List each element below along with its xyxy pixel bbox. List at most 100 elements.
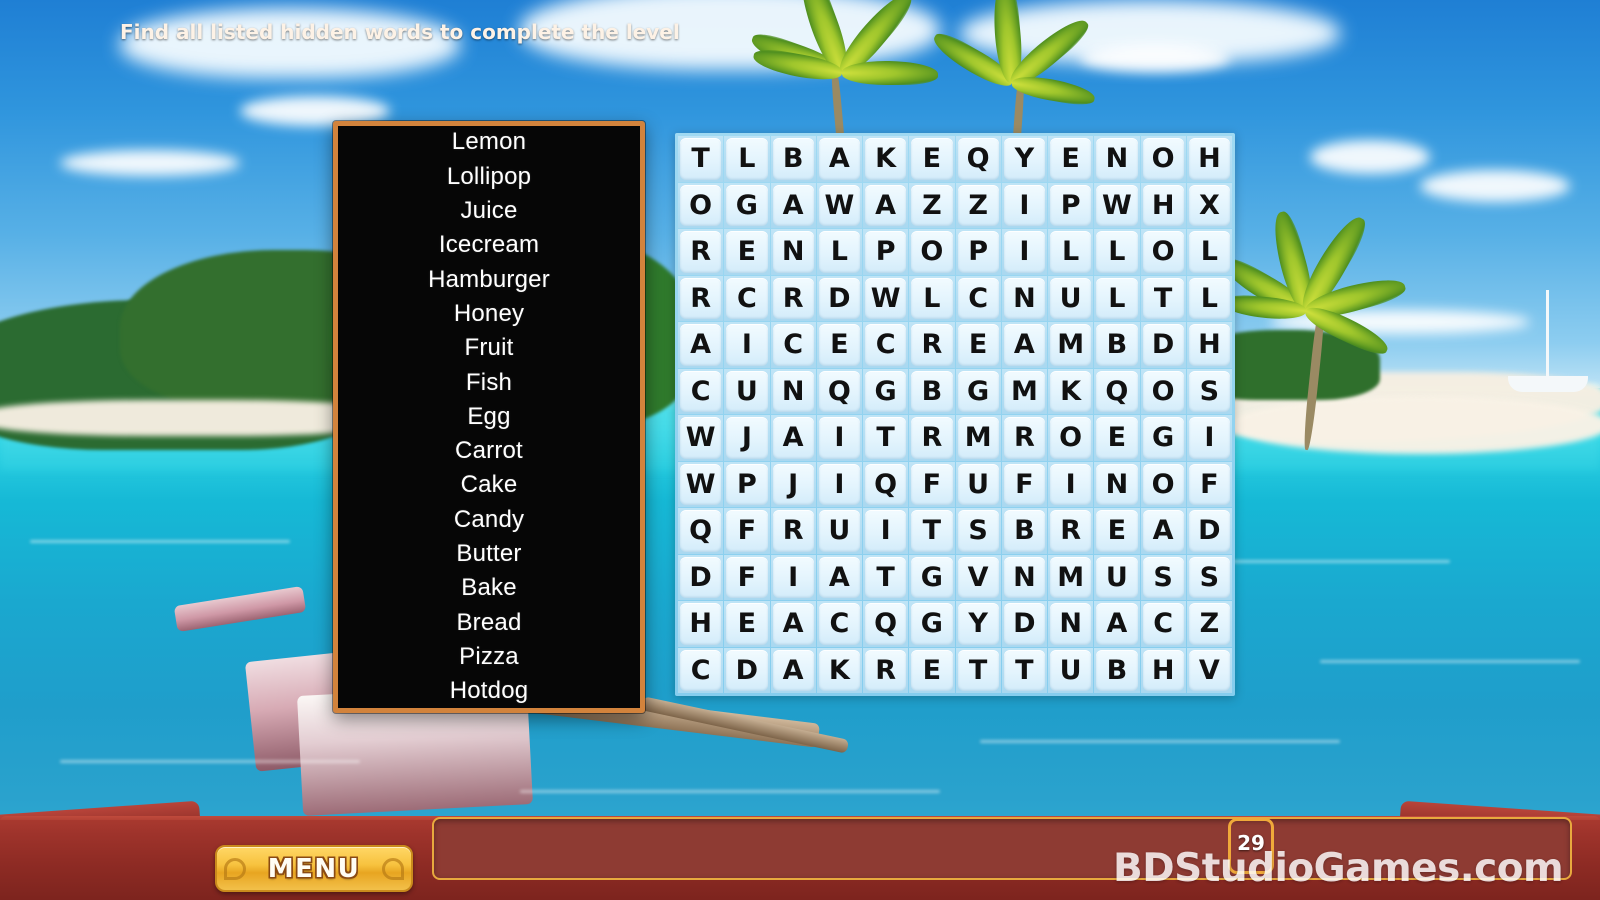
grid-cell[interactable]: A <box>770 647 816 693</box>
grid-cell[interactable]: C <box>724 275 770 321</box>
grid-cell[interactable]: E <box>909 136 955 182</box>
grid-cell[interactable]: A <box>770 601 816 647</box>
grid-cell[interactable]: S <box>1140 554 1186 600</box>
grid-cell[interactable]: L <box>1186 275 1232 321</box>
grid-cell[interactable]: A <box>678 322 724 368</box>
grid-cell[interactable]: W <box>678 461 724 507</box>
word-list-item[interactable]: Fruit <box>338 331 640 365</box>
grid-cell[interactable]: E <box>816 322 862 368</box>
grid-cell[interactable]: C <box>955 275 1001 321</box>
grid-cell[interactable]: T <box>1140 275 1186 321</box>
grid-cell[interactable]: Q <box>1094 368 1140 414</box>
grid-cell[interactable]: A <box>863 182 909 228</box>
grid-cell[interactable]: N <box>1094 461 1140 507</box>
grid-cell[interactable]: Z <box>955 182 1001 228</box>
grid-cell[interactable]: O <box>1048 415 1094 461</box>
word-list-item[interactable]: Cake <box>338 468 640 502</box>
grid-cell[interactable]: Z <box>1186 601 1232 647</box>
grid-cell[interactable]: A <box>1094 601 1140 647</box>
grid-cell[interactable]: B <box>909 368 955 414</box>
grid-cell[interactable]: F <box>909 461 955 507</box>
grid-cell[interactable]: A <box>816 554 862 600</box>
grid-cell[interactable]: I <box>1048 461 1094 507</box>
grid-cell[interactable]: A <box>770 182 816 228</box>
grid-cell[interactable]: N <box>1048 601 1094 647</box>
grid-cell[interactable]: G <box>955 368 1001 414</box>
grid-cell[interactable]: Q <box>863 601 909 647</box>
grid-cell[interactable]: K <box>1048 368 1094 414</box>
word-list-item[interactable]: Juice <box>338 194 640 228</box>
grid-cell[interactable]: C <box>678 647 724 693</box>
grid-cell[interactable]: H <box>1186 136 1232 182</box>
grid-cell[interactable]: Q <box>678 508 724 554</box>
grid-cell[interactable]: S <box>1186 554 1232 600</box>
grid-cell[interactable]: W <box>1094 182 1140 228</box>
grid-cell[interactable]: U <box>724 368 770 414</box>
grid-cell[interactable]: D <box>678 554 724 600</box>
grid-cell[interactable]: L <box>1048 229 1094 275</box>
grid-cell[interactable]: Y <box>955 601 1001 647</box>
grid-cell[interactable]: H <box>1140 182 1186 228</box>
grid-cell[interactable]: R <box>863 647 909 693</box>
grid-cell[interactable]: U <box>955 461 1001 507</box>
grid-cell[interactable]: K <box>816 647 862 693</box>
grid-cell[interactable]: U <box>1048 275 1094 321</box>
grid-cell[interactable]: T <box>955 647 1001 693</box>
grid-cell[interactable]: S <box>1186 368 1232 414</box>
grid-cell[interactable]: R <box>678 229 724 275</box>
grid-cell[interactable]: O <box>1140 368 1186 414</box>
grid-cell[interactable]: T <box>909 508 955 554</box>
grid-cell[interactable]: C <box>770 322 816 368</box>
grid-cell[interactable]: G <box>863 368 909 414</box>
grid-cell[interactable]: V <box>955 554 1001 600</box>
grid-cell[interactable]: Q <box>863 461 909 507</box>
grid-cell[interactable]: N <box>1001 554 1047 600</box>
grid-cell[interactable]: O <box>1140 229 1186 275</box>
grid-cell[interactable]: N <box>770 229 816 275</box>
grid-cell[interactable]: Q <box>816 368 862 414</box>
grid-cell[interactable]: I <box>816 415 862 461</box>
grid-cell[interactable]: F <box>724 508 770 554</box>
grid-cell[interactable]: W <box>678 415 724 461</box>
letter-grid[interactable]: TLBAKEQYENOHOGAWAZZIPWHXRENLPOPILLOLRCRD… <box>675 133 1235 696</box>
grid-cell[interactable]: J <box>770 461 816 507</box>
grid-cell[interactable]: L <box>1094 275 1140 321</box>
grid-cell[interactable]: R <box>909 415 955 461</box>
grid-cell[interactable]: C <box>863 322 909 368</box>
word-list-item[interactable]: Egg <box>338 400 640 434</box>
grid-cell[interactable]: E <box>1048 136 1094 182</box>
word-list-item[interactable]: Lollipop <box>338 160 640 194</box>
grid-cell[interactable]: I <box>863 508 909 554</box>
grid-cell[interactable]: R <box>770 275 816 321</box>
word-list-item[interactable]: Pizza <box>338 640 640 674</box>
grid-cell[interactable]: H <box>1186 322 1232 368</box>
grid-cell[interactable]: L <box>1186 229 1232 275</box>
word-list-item[interactable]: Bread <box>338 606 640 640</box>
grid-cell[interactable]: A <box>770 415 816 461</box>
grid-cell[interactable]: M <box>1048 554 1094 600</box>
grid-cell[interactable]: L <box>816 229 862 275</box>
grid-cell[interactable]: W <box>816 182 862 228</box>
grid-cell[interactable]: D <box>1001 601 1047 647</box>
grid-cell[interactable]: R <box>909 322 955 368</box>
word-list-item[interactable]: Candy <box>338 503 640 537</box>
grid-cell[interactable]: T <box>863 554 909 600</box>
grid-cell[interactable]: B <box>1094 647 1140 693</box>
grid-cell[interactable]: G <box>724 182 770 228</box>
grid-cell[interactable]: P <box>955 229 1001 275</box>
word-list-item[interactable]: Fish <box>338 366 640 400</box>
grid-cell[interactable]: A <box>1140 508 1186 554</box>
word-list-item[interactable]: Lemon <box>338 125 640 159</box>
grid-cell[interactable]: L <box>1094 229 1140 275</box>
grid-cell[interactable]: B <box>770 136 816 182</box>
grid-cell[interactable]: C <box>816 601 862 647</box>
menu-button[interactable]: MENU <box>215 845 413 892</box>
grid-cell[interactable]: B <box>1001 508 1047 554</box>
word-list-item[interactable]: Butter <box>338 537 640 571</box>
grid-cell[interactable]: G <box>909 601 955 647</box>
grid-cell[interactable]: E <box>955 322 1001 368</box>
grid-cell[interactable]: F <box>724 554 770 600</box>
grid-cell[interactable]: R <box>678 275 724 321</box>
grid-cell[interactable]: N <box>1094 136 1140 182</box>
grid-cell[interactable]: P <box>724 461 770 507</box>
